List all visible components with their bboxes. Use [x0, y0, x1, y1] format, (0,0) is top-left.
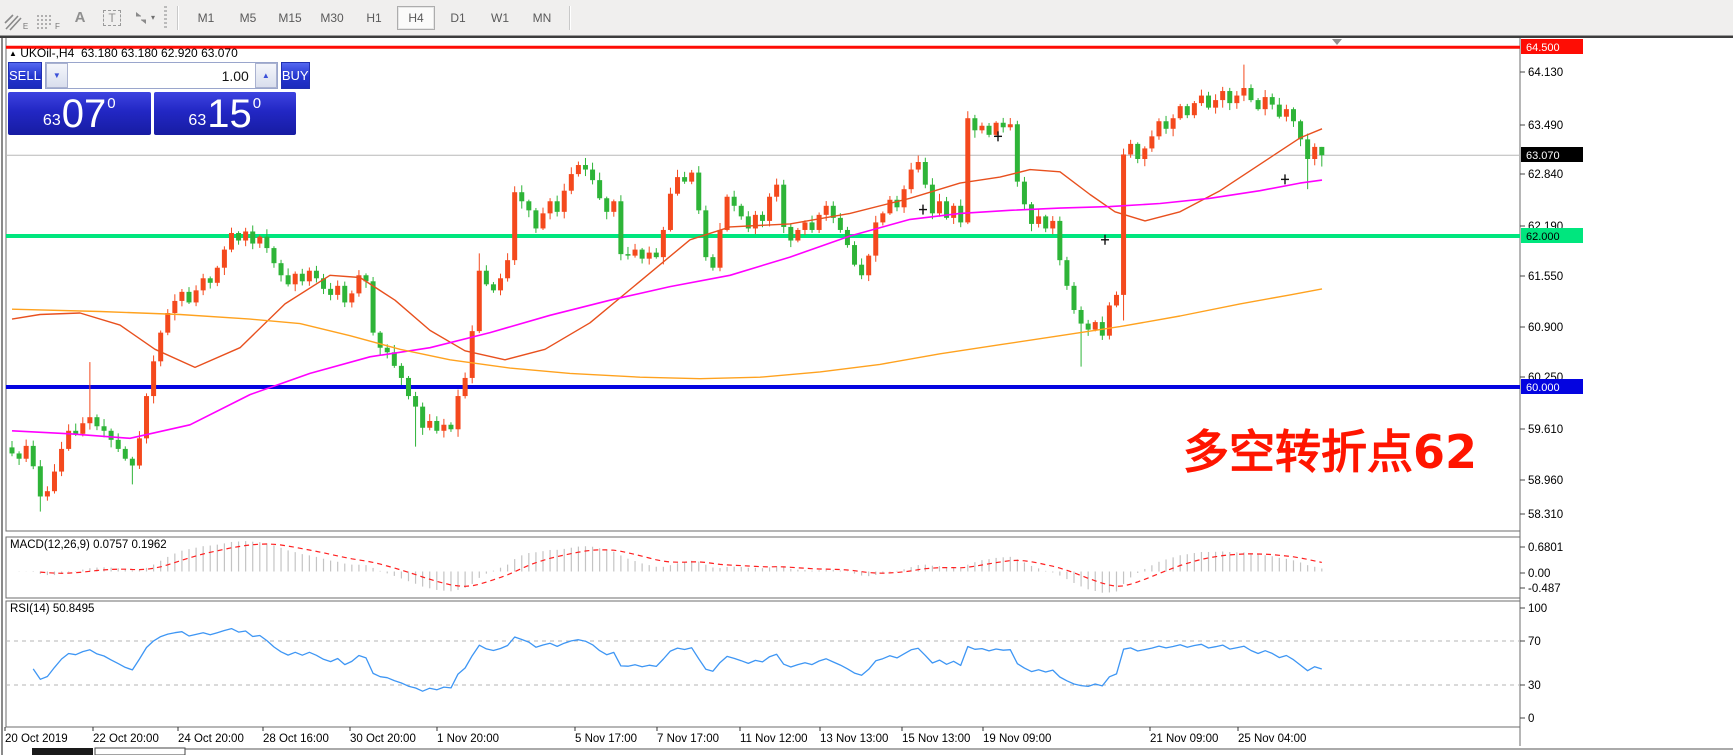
fibonacci-icon: [36, 13, 54, 31]
tool-sub-label: F: [55, 22, 60, 31]
chart-annotation: 多空转折点62: [1183, 416, 1477, 482]
sell-price-main: 07: [62, 94, 107, 134]
svg-text:60.000: 60.000: [1526, 382, 1560, 394]
rsi-indicator: [6, 629, 1520, 692]
svg-text:70: 70: [1528, 636, 1541, 648]
symbol-title: UKOil-,H4: [20, 46, 74, 60]
toolbar-separator: [177, 6, 179, 30]
svg-text:30: 30: [1528, 680, 1541, 692]
svg-text:100: 100: [1528, 603, 1547, 615]
svg-text:21 Nov 09:00: 21 Nov 09:00: [1150, 733, 1218, 745]
svg-text:7 Nov 17:00: 7 Nov 17:00: [657, 733, 719, 745]
svg-text:62.840: 62.840: [1528, 169, 1563, 181]
timeframe-button-MN[interactable]: MN: [523, 6, 561, 30]
timeframe-button-M15[interactable]: M15: [271, 6, 309, 30]
svg-text:58.960: 58.960: [1528, 475, 1563, 487]
text-box-tool[interactable]: T: [98, 5, 126, 31]
svg-text:0: 0: [1528, 713, 1534, 725]
svg-text:11 Nov 12:00: 11 Nov 12:00: [740, 733, 808, 745]
svg-text:28 Oct 16:00: 28 Oct 16:00: [263, 733, 329, 745]
svg-text:24 Oct 20:00: 24 Oct 20:00: [178, 733, 244, 745]
volume-decrease-button[interactable]: ▼: [46, 63, 68, 88]
timeframe-button-M5[interactable]: M5: [229, 6, 267, 30]
svg-text:1 Nov 20:00: 1 Nov 20:00: [437, 733, 499, 745]
sell-button-label: SELL: [9, 68, 41, 83]
volume-stepper: ▼ ▲: [45, 62, 278, 89]
svg-text:5 Nov 17:00: 5 Nov 17:00: [575, 733, 637, 745]
ma-slow-line: [12, 289, 1322, 379]
svg-text:61.550: 61.550: [1528, 271, 1563, 283]
sell-price-sup: 0: [107, 95, 115, 112]
timeframe-button-M1[interactable]: M1: [187, 6, 225, 30]
rsi-indicator-label: RSI(14) 50.8495: [10, 603, 94, 615]
toolbar-separator: [569, 6, 571, 30]
svg-text:30 Oct 20:00: 30 Oct 20:00: [350, 733, 416, 745]
svg-text:58.310: 58.310: [1528, 509, 1563, 521]
timeframe-button-M30[interactable]: M30: [313, 6, 351, 30]
timeframe-button-D1[interactable]: D1: [439, 6, 477, 30]
caret-down-icon: ▼: [53, 71, 61, 80]
chart-symbol-ohlc: ▲ UKOil-,H4 63.180 63.180 62.920 63.070: [9, 46, 238, 60]
sell-price-prefix: 63: [43, 112, 61, 130]
svg-text:22 Oct 20:00: 22 Oct 20:00: [93, 733, 159, 745]
toolbar-grip: [164, 6, 167, 30]
macd-signal-line: [40, 544, 1322, 586]
buy-button-label: BUY: [282, 68, 309, 83]
svg-text:62.000: 62.000: [1526, 231, 1560, 243]
volume-input[interactable]: [68, 63, 255, 88]
caret-up-icon: ▲: [262, 71, 270, 80]
svg-text:64.500: 64.500: [1526, 42, 1560, 54]
arrows-tool[interactable]: ▾: [130, 5, 158, 31]
one-click-trading-panel: SELL ▼ ▲ BUY 63 07 0 63 15 0: [8, 62, 296, 135]
svg-text:25 Nov 04:00: 25 Nov 04:00: [1238, 733, 1306, 745]
volume-increase-button[interactable]: ▲: [255, 63, 277, 88]
svg-text:64.130: 64.130: [1528, 67, 1563, 79]
main-toolbar: E F A T ▾ M1M5M15M30H1H4D1W1MN: [0, 0, 1733, 36]
sell-button[interactable]: SELL: [8, 62, 42, 89]
buy-price-panel[interactable]: 63 15 0: [154, 92, 297, 135]
fibonacci-tool-icon[interactable]: F: [34, 5, 62, 31]
symbol-marker-icon: ▲: [9, 49, 17, 58]
buy-price-main: 15: [207, 94, 252, 134]
svg-text:63.070: 63.070: [1526, 150, 1560, 162]
buy-price-sup: 0: [253, 95, 261, 112]
svg-text:0.6801: 0.6801: [1528, 542, 1563, 554]
pitchfork-icon: [4, 13, 22, 31]
svg-text:-0.487: -0.487: [1528, 583, 1561, 595]
timeframe-button-W1[interactable]: W1: [481, 6, 519, 30]
price-axis: 64.50064.13063.49063.07062.84062.19062.0…: [1520, 39, 1583, 725]
text-label-icon: A: [75, 9, 86, 26]
buy-button[interactable]: BUY: [281, 62, 310, 89]
pitchfork-tool-icon[interactable]: E: [2, 5, 30, 31]
text-label-tool[interactable]: A: [66, 5, 94, 31]
timeframe-button-H1[interactable]: H1: [355, 6, 393, 30]
svg-text:63.490: 63.490: [1528, 120, 1563, 132]
arrows-icon: [133, 11, 149, 25]
tool-sub-label: E: [23, 22, 28, 31]
rsi-line: [33, 629, 1322, 692]
svg-text:59.610: 59.610: [1528, 424, 1563, 436]
bottom-strip: [32, 748, 1733, 755]
svg-text:20 Oct 2019: 20 Oct 2019: [5, 733, 68, 745]
macd-indicator-label: MACD(12,26,9) 0.0757 0.1962: [10, 539, 167, 551]
svg-text:13 Nov 13:00: 13 Nov 13:00: [820, 733, 888, 745]
timeframe-button-H4[interactable]: H4: [397, 6, 435, 30]
buy-price-prefix: 63: [188, 112, 206, 130]
text-box-icon: T: [103, 10, 120, 26]
svg-text:15 Nov 13:00: 15 Nov 13:00: [902, 733, 970, 745]
svg-text:19 Nov 09:00: 19 Nov 09:00: [983, 733, 1051, 745]
ohlc-values: 63.180 63.180 62.920 63.070: [81, 46, 238, 60]
sell-price-panel[interactable]: 63 07 0: [8, 92, 151, 135]
chevron-down-icon: ▾: [151, 13, 155, 22]
time-axis: 20 Oct 2019 22 Oct 20:00 24 Oct 20:00 28 Oc…: [5, 727, 1306, 745]
timeframe-button-group: M1M5M15M30H1H4D1W1MN: [185, 6, 563, 30]
macd-indicator: [12, 541, 1322, 593]
svg-text:0.00: 0.00: [1528, 568, 1550, 580]
svg-text:60.900: 60.900: [1528, 322, 1563, 334]
panel-frames: [2, 36, 1520, 755]
